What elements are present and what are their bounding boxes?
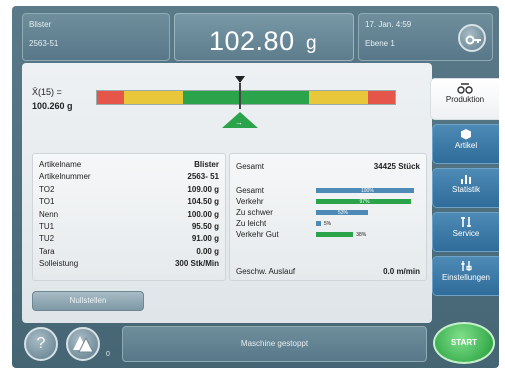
mean-label: X̄(15) = [32, 87, 62, 97]
detail-value: 95.50 g [191, 222, 219, 231]
tab-produktion[interactable]: Produktion [430, 78, 499, 120]
detail-value: 2563- 51 [187, 172, 219, 182]
detail-label: Nenn [39, 209, 59, 219]
hmi-screen: Blister 2563-51 102.80 g 17. Jan. 4:59 E… [12, 6, 499, 368]
detail-label: Solleistung [39, 259, 79, 269]
tab-label: Produktion [445, 95, 485, 104]
key-icon [465, 35, 481, 45]
detail-label: TU1 [39, 222, 55, 231]
detail-row: Artikelnummer 2563- 51 [39, 172, 219, 182]
bar-chart-icon [461, 175, 471, 184]
reset-button[interactable]: Nullstellen [32, 291, 144, 311]
mean-value: 100.260 g [32, 101, 73, 111]
detail-row: Nenn 100.00 g [39, 210, 219, 220]
status-bar: Maschine gestoppt [122, 326, 427, 362]
datetime-panel: 17. Jan. 4:59 Ebene 1 [358, 13, 493, 61]
gauge-zone-yellow-high [308, 91, 369, 104]
distribution-bar [316, 232, 354, 237]
total-value: 34425 Stück [373, 162, 420, 171]
speed-label: Geschw. Auslauf [236, 267, 296, 276]
tab-statistik[interactable]: Statistik [432, 168, 499, 208]
weight-value: 102.80 [209, 26, 295, 56]
alarm-counter: 0 [106, 351, 110, 358]
detail-row: TU2 91.00 g [39, 234, 219, 244]
distribution-label: Zu leicht [236, 219, 267, 228]
tools-icon [461, 217, 471, 227]
cube-icon [461, 129, 471, 140]
detail-value: 104.50 g [187, 197, 219, 207]
tab-label: Einstellungen [441, 273, 491, 282]
distribution-percent: 97% [359, 199, 370, 205]
gauge-zone-red-high [368, 91, 395, 104]
warning-triangle-icon [73, 336, 94, 353]
detail-value: 0.00 g [196, 246, 219, 256]
datetime: 17. Jan. 4:59 [365, 20, 412, 29]
weight-unit: g [306, 33, 317, 54]
settings-icon [461, 261, 472, 271]
detail-row: Artikelname Blister [39, 160, 219, 170]
detail-value: 91.00 g [191, 234, 219, 244]
detail-label: Tara [39, 246, 55, 256]
alarm-button[interactable] [66, 327, 100, 361]
detail-label: TU2 [39, 234, 55, 244]
detail-row: TU1 95.50 g [39, 222, 219, 232]
detail-label: Artikelname [39, 160, 82, 169]
help-icon: ? [36, 335, 46, 352]
detail-row: TO2 109.00 g [39, 185, 219, 195]
distribution-label: Verkehr Gut [236, 230, 279, 239]
gauge-pointer-line [239, 83, 241, 109]
tab-service[interactable]: Service [432, 212, 499, 252]
detail-value: 109.00 g [187, 184, 219, 194]
tab-label: Artikel [454, 141, 478, 150]
start-button[interactable]: START [433, 322, 495, 364]
detail-value: 300 Stk/Min [174, 259, 219, 269]
detail-value: 100.00 g [187, 209, 219, 219]
access-level: Ebene 1 [365, 39, 395, 48]
detail-label: TO1 [39, 197, 55, 207]
start-label: START [450, 338, 478, 347]
total-label: Gesamt [236, 162, 265, 171]
detail-row: Solleistung 300 Stk/Min [39, 259, 219, 269]
gauge-zone-green [183, 91, 309, 104]
gauge-pointer-icon [235, 76, 245, 83]
detail-label: TO2 [39, 184, 55, 194]
weight-display: 102.80 g [174, 13, 354, 61]
scale-icon [457, 83, 473, 94]
distribution-percent: 38% [356, 232, 367, 238]
tab-label: Statistik [451, 185, 480, 194]
tolerance-gauge [96, 90, 396, 105]
tab-einstellungen[interactable]: Einstellungen [432, 256, 499, 296]
gauge-zone-yellow-low [123, 91, 184, 104]
distribution-percent: 100% [361, 188, 374, 194]
distribution-bar [316, 221, 321, 226]
distribution-label: Zu schwer [236, 208, 273, 217]
product-name: Blister [29, 20, 52, 29]
tab-artikel[interactable]: Artikel [432, 124, 499, 164]
speed-value: 0.0 m/min [383, 267, 420, 276]
detail-label: Artikelnummer [39, 172, 91, 182]
machine-status: Maschine gestoppt [240, 339, 309, 348]
statistics-summary: Gesamt 34425 Stück Geschw. Auslauf 0.0 m… [229, 153, 427, 281]
distribution-percent: 5% [323, 221, 332, 227]
distribution-label: Verkehr [236, 197, 264, 206]
detail-value: Blister [194, 160, 219, 169]
help-button[interactable]: ? [24, 327, 58, 361]
login-key-button[interactable] [458, 24, 486, 52]
detail-row: Tara 0.00 g [39, 247, 219, 257]
tab-label: Service [452, 229, 480, 238]
article-number: 2563-51 [29, 39, 59, 48]
distribution-percent: 53% [337, 210, 348, 216]
detail-row: TO1 104.50 g [39, 197, 219, 207]
article-details: Artikelname Blister Artikelnummer 2563- 51 T… [32, 153, 226, 281]
distribution-label: Gesamt [236, 186, 265, 195]
product-info-panel: Blister 2563-51 [22, 13, 170, 61]
arrow-right-icon: → [235, 118, 243, 127]
gauge-zone-red-low [97, 91, 124, 104]
production-panel: X̄(15) = 100.260 g → Artikelname Blister A… [22, 63, 432, 323]
